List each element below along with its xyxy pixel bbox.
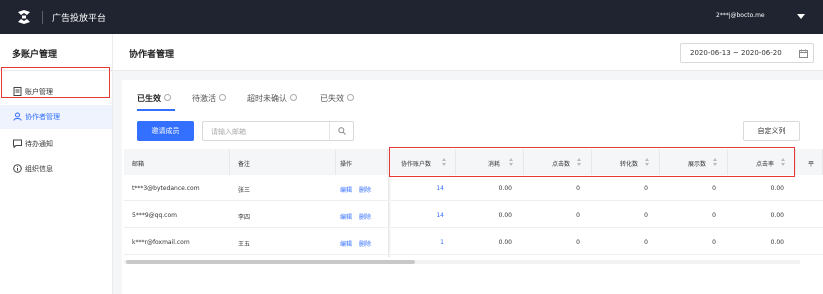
table-cell-accounts: 14 <box>388 175 456 201</box>
info-icon <box>13 164 22 173</box>
table-cell-ctr: 0.00 <box>728 175 796 201</box>
tab-label: 已生效 <box>137 94 161 103</box>
tab-expired[interactable]: 已失效 <box>320 93 354 104</box>
table-cell-accounts: 14 <box>388 202 456 228</box>
table-row-actions: 编辑 删除 <box>336 202 388 228</box>
highlight-box-sidebar <box>1 67 110 98</box>
sidebar-title: 多账户管理 <box>12 50 58 60</box>
table-cell-impressions: 0 <box>660 229 728 255</box>
platform-name: 广告投放平台 <box>52 14 107 24</box>
column-header-actions: 操作 <box>336 149 388 175</box>
sidebar-item-collaborator-management[interactable]: 协作者管理 <box>0 105 112 129</box>
message-icon <box>13 139 22 148</box>
table-cell-conversions: 0 <box>592 175 660 201</box>
search-icon <box>338 127 346 135</box>
user-account[interactable]: 2***j@bocto.me <box>716 12 765 19</box>
table-cell-ctr: 0.00 <box>728 202 796 228</box>
table-cell-conversions: 0 <box>592 202 660 228</box>
column-header-email: 邮箱 <box>124 149 230 175</box>
page-header: 协作者管理 2020-06-13 ~ 2020-06-20 <box>113 34 823 71</box>
table-cell-avg <box>796 175 823 201</box>
tab-label: 超时未确认 <box>247 94 287 103</box>
user-icon <box>13 112 22 121</box>
table-row-actions: 编辑 删除 <box>336 175 388 201</box>
table-row-note: 李四 <box>230 202 336 228</box>
edit-link[interactable]: 编辑 <box>340 239 352 248</box>
top-navigation-bar: 广告投放平台 2***j@bocto.me <box>0 0 823 34</box>
chevron-down-icon[interactable] <box>797 14 805 19</box>
help-icon[interactable] <box>347 94 354 101</box>
invite-member-button[interactable]: 邀请成员 <box>137 121 194 141</box>
email-search-input[interactable]: 请输入邮箱 <box>202 121 354 141</box>
table-cell-cost: 0.00 <box>456 229 524 255</box>
delete-link[interactable]: 删除 <box>359 212 371 221</box>
table-cell-cost: 0.00 <box>456 175 524 201</box>
date-range-picker[interactable]: 2020-06-13 ~ 2020-06-20 <box>680 43 814 63</box>
table-row-actions: 编辑 删除 <box>336 229 388 255</box>
column-header-avg[interactable]: 平 <box>796 149 823 175</box>
tab-active[interactable]: 已生效 <box>137 93 171 104</box>
active-tab-indicator <box>137 109 175 111</box>
custom-columns-button[interactable]: 自定义列 <box>743 121 800 141</box>
search-placeholder: 请输入邮箱 <box>211 128 246 136</box>
help-icon[interactable] <box>219 94 226 101</box>
table-cell-clicks: 0 <box>524 202 592 228</box>
table-cell-clicks: 0 <box>524 229 592 255</box>
edit-link[interactable]: 编辑 <box>340 212 352 221</box>
horizontal-scrollbar-thumb[interactable] <box>126 260 415 264</box>
table-cell-avg <box>796 229 823 255</box>
topbar-divider <box>42 11 43 24</box>
sidebar-item-todo-notifications[interactable]: 待办通知 <box>0 132 112 156</box>
tab-timeout-unconfirmed[interactable]: 超时未确认 <box>247 93 297 104</box>
fixed-column-shadow <box>388 175 391 257</box>
main-content: 已生效 待激活 超时未确认 已失效 邀请成员 请输入邮箱 自定义列 邮箱 备注 … <box>122 80 823 294</box>
table-row-email: 5***9@qq.com <box>124 202 230 228</box>
logo-icon[interactable] <box>16 9 32 25</box>
table-row-note: 张三 <box>230 175 336 201</box>
sidebar-item-organization-info[interactable]: 组织信息 <box>0 157 112 181</box>
delete-link[interactable]: 删除 <box>359 239 371 248</box>
table-cell-clicks: 0 <box>524 175 592 201</box>
table-row-email: t***3@bytedance.com <box>124 175 230 201</box>
help-icon[interactable] <box>164 94 171 101</box>
table-cell-conversions: 0 <box>592 229 660 255</box>
sidebar-item-label: 协作者管理 <box>25 113 60 121</box>
sidebar-item-label: 待办通知 <box>25 140 53 148</box>
help-icon[interactable] <box>290 94 297 101</box>
table-cell-impressions: 0 <box>660 175 728 201</box>
table-cell-avg <box>796 202 823 228</box>
highlight-box-metric-columns <box>389 147 795 177</box>
page-title: 协作者管理 <box>129 50 175 60</box>
table-cell-impressions: 0 <box>660 202 728 228</box>
calendar-icon <box>799 49 808 58</box>
tab-label: 已失效 <box>320 94 344 103</box>
tab-label: 待激活 <box>192 94 216 103</box>
tab-pending-activation[interactable]: 待激活 <box>192 93 226 104</box>
column-header-note: 备注 <box>230 149 336 175</box>
table-cell-accounts: 1 <box>388 229 456 255</box>
delete-link[interactable]: 删除 <box>359 185 371 194</box>
edit-link[interactable]: 编辑 <box>340 185 352 194</box>
search-button[interactable] <box>329 122 353 140</box>
table-row-email: k***r@foxmail.com <box>124 229 230 255</box>
table-cell-cost: 0.00 <box>456 202 524 228</box>
table-row-note: 王五 <box>230 229 336 255</box>
table-cell-ctr: 0.00 <box>728 229 796 255</box>
date-range-value: 2020-06-13 ~ 2020-06-20 <box>690 49 782 57</box>
sidebar-item-label: 组织信息 <box>25 165 53 173</box>
